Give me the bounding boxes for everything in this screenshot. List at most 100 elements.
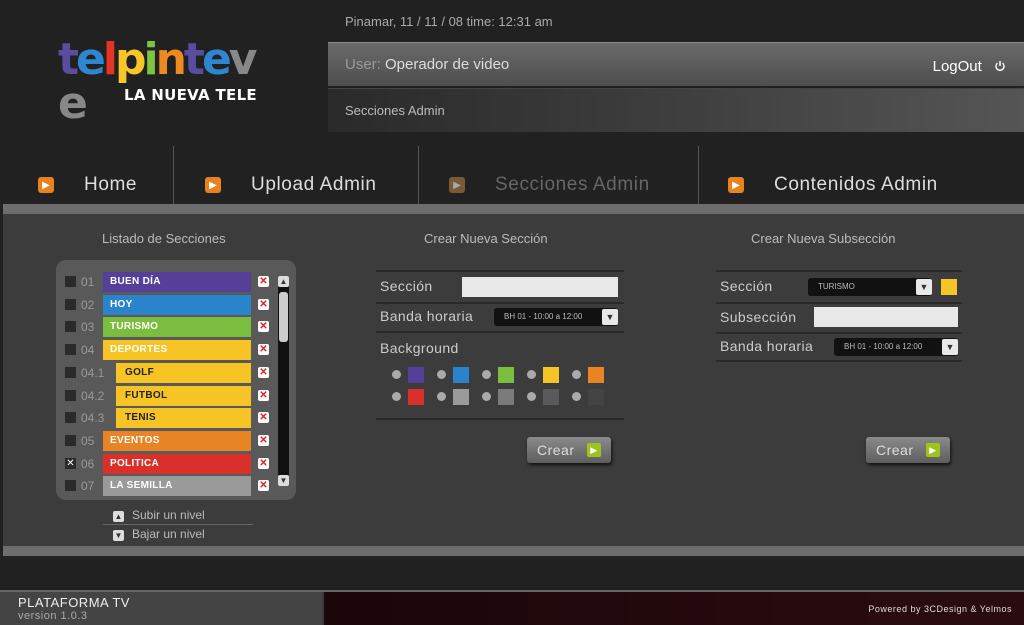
- section-row[interactable]: 05 EVENTOS ✕: [56, 430, 276, 452]
- color-radio[interactable]: [572, 370, 581, 379]
- row-number: 05: [81, 433, 95, 448]
- section-row[interactable]: 03 TURISMO ✕: [56, 316, 276, 338]
- nav-secciones-admin[interactable]: ▶ Secciones Admin: [449, 146, 650, 204]
- color-swatch[interactable]: [453, 389, 469, 405]
- row-section-name: TURISMO: [103, 317, 251, 338]
- logo-letter: e: [201, 34, 232, 85]
- move-up-button[interactable]: ▲ Subir un nivel: [113, 508, 205, 522]
- delete-icon[interactable]: ✕: [258, 366, 269, 378]
- row-number: 06: [81, 456, 95, 471]
- footer: PLATAFORMA TV version 1.0.3 Powered by 3…: [0, 590, 1024, 625]
- color-radio[interactable]: [572, 392, 581, 401]
- color-swatch[interactable]: [543, 389, 559, 405]
- color-swatch[interactable]: [408, 367, 424, 383]
- create-subsection-button[interactable]: Crear ▶: [866, 437, 950, 463]
- section-row[interactable]: 04.3 TENIS ✕: [56, 407, 276, 429]
- main-panel: Listado de Secciones 01 BUEN DÍA ✕ 02 HOY ✕ 03…: [3, 204, 1024, 556]
- row-section-name: GOLF: [116, 362, 251, 383]
- row-checkbox[interactable]: [65, 366, 76, 378]
- color-swatch[interactable]: [543, 367, 559, 383]
- color-radio[interactable]: [392, 392, 401, 401]
- color-radio[interactable]: [482, 370, 491, 379]
- subsection-name-input[interactable]: [814, 307, 958, 327]
- delete-icon[interactable]: ✕: [258, 457, 269, 469]
- list-scrollbar[interactable]: ▲ ▼: [278, 276, 289, 486]
- row-checkbox[interactable]: [65, 321, 76, 333]
- section-color-swatch: [941, 279, 957, 295]
- nav-contenidos-admin[interactable]: ▶ Contenidos Admin: [728, 146, 938, 204]
- scroll-up-icon[interactable]: ▲: [278, 276, 289, 287]
- nav-label: Upload Admin: [251, 174, 377, 195]
- row-number: 07: [81, 479, 95, 494]
- band-label: Banda horaria: [380, 308, 474, 324]
- section-row[interactable]: 04.2 FUTBOL ✕: [56, 385, 276, 407]
- arrow-right-icon: ▶: [728, 177, 744, 193]
- row-checkbox[interactable]: [65, 298, 76, 310]
- section-row[interactable]: ✕ 06 POLITICA ✕: [56, 453, 276, 475]
- delete-icon[interactable]: ✕: [258, 344, 269, 356]
- color-radio[interactable]: [527, 370, 536, 379]
- color-swatch[interactable]: [453, 367, 469, 383]
- color-swatch[interactable]: [498, 389, 514, 405]
- platform-title: PLATAFORMA TV: [18, 595, 130, 610]
- delete-icon[interactable]: ✕: [258, 480, 269, 492]
- delete-icon[interactable]: ✕: [258, 434, 269, 446]
- color-swatch[interactable]: [588, 389, 604, 405]
- section-name-input[interactable]: [462, 277, 618, 297]
- color-radio[interactable]: [437, 392, 446, 401]
- power-icon: [995, 61, 1005, 72]
- user-name: Operador de video: [385, 56, 510, 73]
- powered-by: Powered by 3CDesign & Yelmos: [868, 604, 1012, 614]
- new-subsection-form: Sección TURISMO ▼ Subsección Banda horari…: [716, 270, 962, 362]
- delete-icon[interactable]: ✕: [258, 412, 269, 424]
- logout-button[interactable]: LogOut: [933, 58, 1006, 75]
- nav-upload-admin[interactable]: ▶ Upload Admin: [205, 146, 377, 204]
- color-swatch[interactable]: [588, 367, 604, 383]
- section-list: 01 BUEN DÍA ✕ 02 HOY ✕ 03 TURISMO ✕ 04 DEPORTES ✕ 04…: [56, 260, 296, 500]
- section-select[interactable]: TURISMO ▼: [808, 278, 932, 296]
- divider: [716, 302, 962, 304]
- color-radio[interactable]: [392, 370, 401, 379]
- new-section-title: Crear Nueva Sección: [424, 231, 548, 246]
- row-number: 03: [81, 320, 95, 335]
- nav-divider: [173, 146, 174, 204]
- band-select[interactable]: BH 01 - 10:00 a 12:00 ▼: [834, 338, 958, 356]
- section-row[interactable]: 02 HOY ✕: [56, 294, 276, 316]
- color-radio[interactable]: [482, 392, 491, 401]
- section-row[interactable]: 04 DEPORTES ✕: [56, 339, 276, 361]
- row-checkbox[interactable]: [65, 412, 76, 424]
- logo-tagline: LA NUEVA TELE: [124, 86, 257, 104]
- delete-icon[interactable]: ✕: [258, 298, 269, 310]
- move-down-button[interactable]: ▼ Bajar un nivel: [113, 527, 205, 541]
- arrow-right-icon: ▶: [38, 177, 54, 193]
- create-section-button[interactable]: Crear ▶: [527, 437, 611, 463]
- scroll-thumb[interactable]: [279, 292, 288, 342]
- scroll-down-icon[interactable]: ▼: [278, 475, 289, 486]
- color-swatch[interactable]: [498, 367, 514, 383]
- move-down-label: Bajar un nivel: [132, 527, 205, 541]
- row-checkbox[interactable]: [65, 276, 76, 287]
- row-checkbox[interactable]: [65, 389, 76, 401]
- delete-icon[interactable]: ✕: [258, 276, 269, 287]
- nav-home[interactable]: ▶ Home: [38, 146, 137, 204]
- arrow-right-icon: ▶: [205, 177, 221, 193]
- row-checkbox[interactable]: [65, 480, 76, 492]
- delete-icon[interactable]: ✕: [258, 389, 269, 401]
- arrow-right-icon: ▶: [449, 177, 465, 193]
- color-radio[interactable]: [437, 370, 446, 379]
- row-checkbox[interactable]: ✕: [65, 457, 76, 469]
- color-swatch[interactable]: [408, 389, 424, 405]
- row-checkbox[interactable]: [65, 434, 76, 446]
- section-row[interactable]: 01 BUEN DÍA ✕: [56, 271, 276, 293]
- color-radio[interactable]: [527, 392, 536, 401]
- section-row[interactable]: 04.1 GOLF ✕: [56, 362, 276, 384]
- divider: [376, 418, 624, 420]
- delete-icon[interactable]: ✕: [258, 321, 269, 333]
- band-select[interactable]: BH 01 - 10:00 a 12:00 ▼: [494, 308, 618, 326]
- section-row[interactable]: 07 LA SEMILLA ✕: [56, 475, 276, 497]
- new-section-form: Sección Banda horaria BH 01 - 10:00 a 12…: [376, 270, 624, 420]
- row-number: 01: [81, 275, 95, 289]
- divider: [716, 360, 962, 362]
- row-checkbox[interactable]: [65, 344, 76, 356]
- divider: [103, 524, 253, 525]
